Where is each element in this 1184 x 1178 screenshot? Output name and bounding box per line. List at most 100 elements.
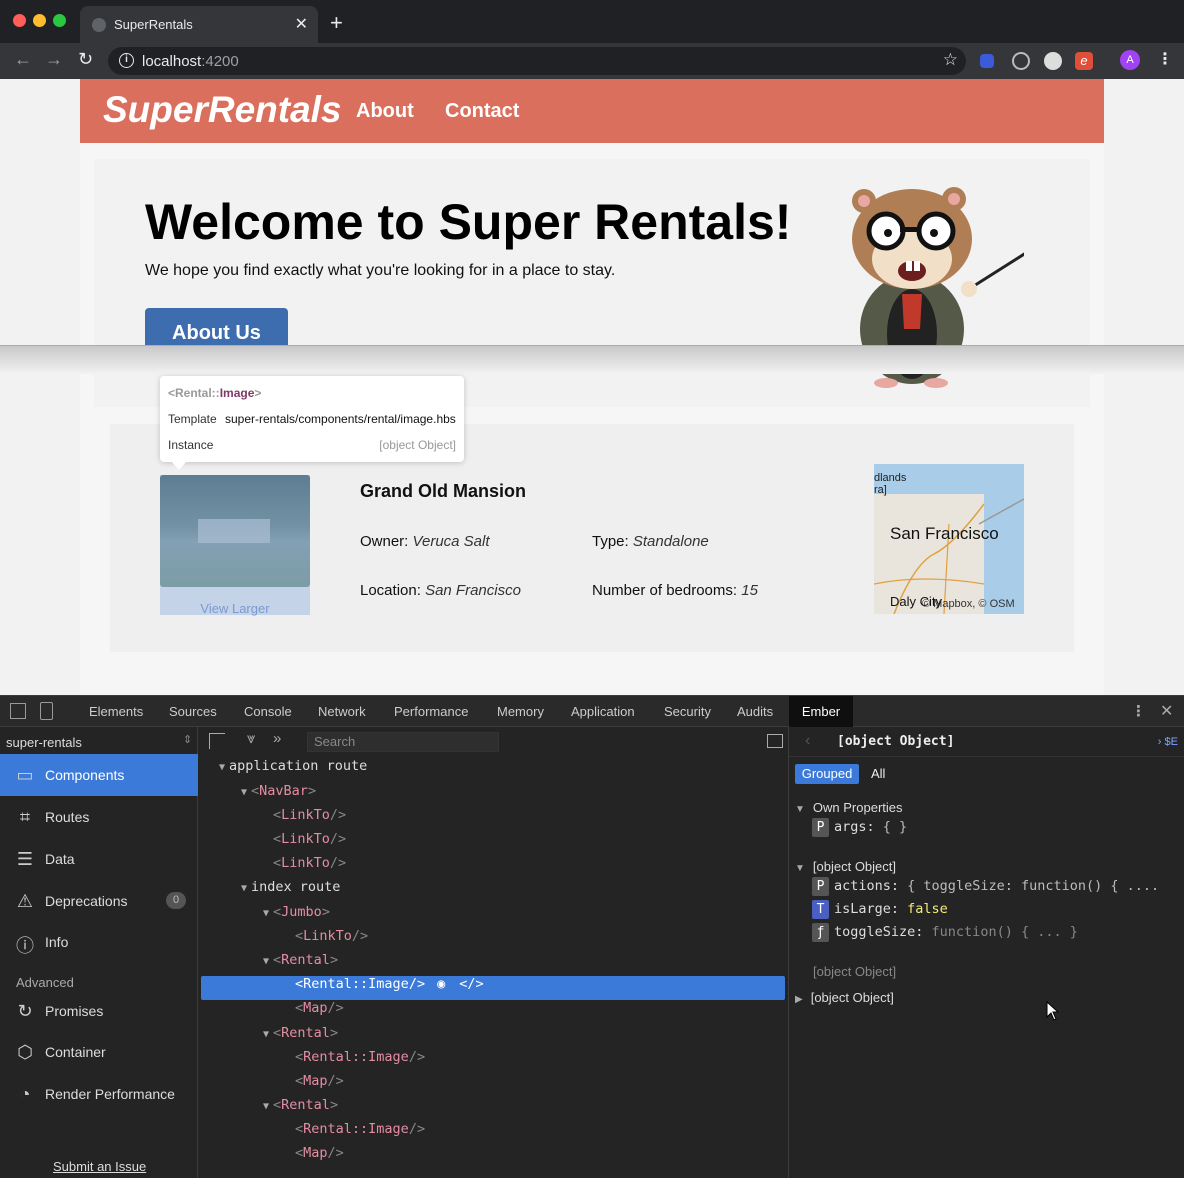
tab-ember[interactable]: Ember [789,696,853,727]
tree-node-rental-image[interactable]: <Rental::Image/> [295,1121,425,1145]
rental-map[interactable]: dlands ra] San Francisco Daly City © Mapb… [874,464,1024,614]
inspect-element-icon[interactable] [10,703,26,719]
tree-node-rental[interactable]: ▼ <Rental> [263,1025,338,1049]
tree-node-linkto[interactable]: <LinkTo/> [273,855,346,879]
close-devtools-icon[interactable]: ✕ [1160,701,1173,721]
devtools-menu-icon[interactable]: ⋮ [1131,702,1146,720]
code-icon[interactable]: </> [459,976,483,992]
prop-actions[interactable]: Pactions: { toggleSize: function() { ...… [812,877,1159,896]
tree-node-jumbo[interactable]: ▼ <Jumbo> [263,904,330,928]
sidebar-item-routes[interactable]: ⌗ Routes [0,796,198,838]
browser-menu-icon[interactable]: ⋮ [1157,49,1173,69]
grouped-toggle[interactable]: Grouped [795,764,859,784]
brand-logo-link[interactable]: SuperRentals [103,89,342,131]
map-attribution[interactable]: © Mapbox, © OSM [922,598,1015,610]
sidebar-item-data[interactable]: ☰ Data [0,838,198,880]
tab-application[interactable]: Application [571,704,635,719]
sidebar-label: Components [45,767,125,783]
tab-security[interactable]: Security [664,704,711,719]
extension-icon[interactable] [980,54,994,68]
maximize-window-button[interactable] [53,14,66,27]
tab-performance[interactable]: Performance [394,704,468,719]
tree-node-linkto[interactable]: <LinkTo/> [273,831,346,855]
tooltip-template-value: super-rentals/components/rental/image.hb… [225,412,456,426]
mouse-cursor-icon [1046,1001,1060,1021]
collapse-icon[interactable]: ⩔ [247,730,255,747]
tracked-badge: T [812,900,829,919]
ember-inspector-extension-icon[interactable]: e [1075,52,1093,70]
profile-avatar[interactable]: A [1120,50,1140,70]
view-larger-button[interactable]: View Larger [160,601,310,616]
eye-icon[interactable]: ◉ [437,976,445,992]
prop-togglesize[interactable]: ƒ toggleSize: function() { ... } [812,923,1078,942]
section-own-properties[interactable]: ▼ Own Properties [795,800,903,815]
app-select[interactable]: super-rentals [6,735,82,750]
bookmark-star-icon[interactable]: ☆ [943,50,958,70]
section-object[interactable]: ▼ [object Object] [795,859,896,874]
close-window-button[interactable] [13,14,26,27]
tree-node-rental[interactable]: ▼ <Rental> [263,952,338,976]
close-tab-icon[interactable]: ✕ [295,14,308,34]
device-toolbar-icon[interactable] [40,702,53,720]
tab-audits[interactable]: Audits [737,704,773,719]
tab-console[interactable]: Console [244,704,292,719]
section-object-collapsed[interactable]: ▶ [object Object] [795,990,894,1005]
tree-node-linkto[interactable]: <LinkTo/> [273,807,346,831]
rental-bedrooms: Number of bedrooms: 15 [592,582,758,599]
new-tab-icon[interactable]: + [330,10,343,36]
back-icon[interactable]: ← [14,49,32,70]
tree-node-map[interactable]: <Map/> [295,1073,344,1097]
rental-image[interactable]: View Larger [160,475,310,616]
function-badge: ƒ [812,923,829,942]
sidebar-item-components[interactable]: ▭ Components [0,754,198,796]
tree-node-rental[interactable]: ▼ <Rental> [263,1097,338,1121]
sidebar-item-promises[interactable]: ↻ Promises [0,990,198,1032]
tab-sources[interactable]: Sources [169,704,217,719]
send-to-console-chevron-icon: › [1157,736,1165,748]
tab-memory[interactable]: Memory [497,704,544,719]
browser-toolbar: ← → ↻ i localhost:4200 ☆ e A ⋮ [0,43,1184,79]
tree-node-map[interactable]: <Map/> [295,1145,344,1169]
site-info-icon[interactable]: i [119,53,134,68]
browser-chrome: SuperRentals ✕ + ← → ↻ i localhost:4200 … [0,0,1184,79]
sidebar-item-render-performance[interactable]: ◔ Render Performance [0,1073,198,1115]
tree-node-map[interactable]: <Map/> [295,1000,344,1024]
tree-node-index-route[interactable]: ▼ index route [241,879,340,903]
submit-issue-link[interactable]: Submit an Issue [53,1159,146,1174]
send-to-console-label: $E [1164,736,1178,748]
tab-elements[interactable]: Elements [89,704,143,719]
select-chevron-icon[interactable]: ⇕ [183,733,192,746]
extension-target-icon[interactable] [1012,52,1030,70]
reload-icon[interactable]: ↻ [78,49,93,70]
sidebar-item-deprecations[interactable]: ⚠ Deprecations 0 [0,880,198,922]
prop-args[interactable]: Pargs: { } [812,818,907,837]
nav-link-about[interactable]: About [356,100,414,123]
tab-network[interactable]: Network [318,704,366,719]
minimize-window-button[interactable] [33,14,46,27]
sidebar-item-info[interactable]: ⓘ Info [0,921,198,963]
prop-islarge[interactable]: TisLarge: false [812,900,948,919]
nav-link-contact[interactable]: Contact [445,100,519,123]
prop-value[interactable]: false [907,901,948,917]
tree-node-linkto[interactable]: <LinkTo/> [295,928,368,952]
tree-toolbar: ⩔ » Search [199,727,789,755]
extension-globe-icon[interactable] [1044,52,1062,70]
section-label: [object Object] [812,859,897,874]
back-arrow-icon[interactable]: ‹ [805,732,810,750]
send-to-console-button[interactable]: › $E [1158,736,1178,748]
pick-component-icon[interactable] [209,733,225,749]
tree-node-application-route[interactable]: ▼ application route [219,758,367,782]
expand-icon[interactable]: » [273,730,281,747]
node-label: Jumbo [281,904,322,920]
toggle-sidebar-icon[interactable] [767,734,783,748]
all-toggle[interactable]: All [871,766,885,781]
tooltip-tag-name: Image [219,386,255,400]
sidebar-item-container[interactable]: ⬡ Container [0,1031,198,1073]
browser-tab[interactable]: SuperRentals ✕ [80,6,318,43]
tree-node-rental-image[interactable]: <Rental::Image/> [295,1049,425,1073]
tree-node-navbar[interactable]: ▼ <NavBar> [241,783,316,807]
address-bar[interactable]: i localhost:4200 ☆ [108,47,966,75]
forward-icon[interactable]: → [45,49,63,70]
search-input[interactable]: Search [307,732,499,752]
tree-node-rental-image-selected[interactable]: <Rental::Image/> ◉ </> [295,976,484,1000]
